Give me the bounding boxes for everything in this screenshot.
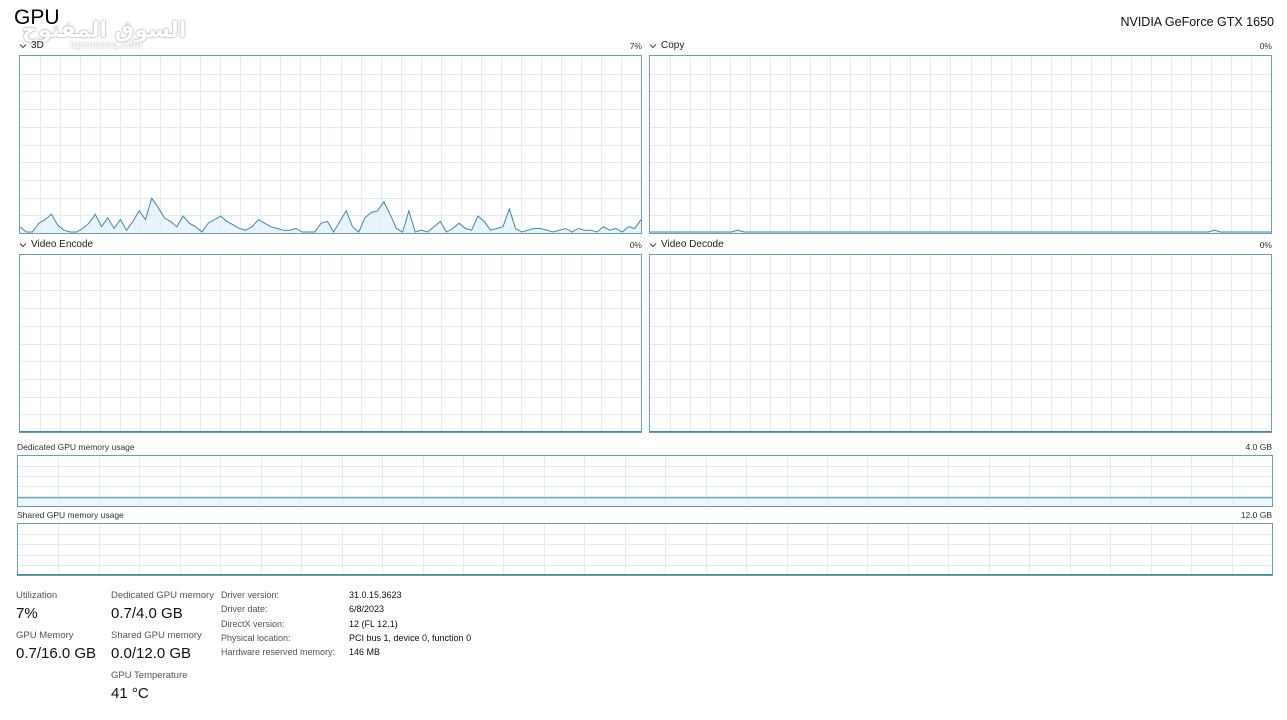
graph-video-decode-plot [650, 255, 1271, 432]
info-directx-version-label: DirectX version: [221, 618, 285, 629]
shared-memory-graph [17, 523, 1273, 576]
gpu-temperature-label: GPU Temperature [111, 670, 188, 681]
info-driver-version-label: Driver version: [221, 590, 280, 600]
chevron-down-icon [649, 43, 657, 48]
graph-copy-label: Copy [661, 40, 685, 51]
graph-video-decode-label: Video Decode [661, 239, 724, 250]
info-row: Physical location: PCI bus 1, device 0, … [221, 633, 471, 647]
dedicated-gpu-memory-label: Dedicated GPU memory [111, 590, 214, 601]
info-driver-date-value: 6/8/2023 [349, 604, 385, 615]
graph-video-encode-plot [20, 255, 641, 432]
chevron-down-icon [649, 242, 657, 247]
utilization-label: Utilization [16, 590, 58, 601]
graph-video-encode-selector[interactable]: Video Encode [18, 239, 93, 250]
opensooq-watermark: السوق المفتوح opensooq.com [22, 18, 186, 51]
shared-memory-label: Shared GPU memory usage [17, 510, 124, 520]
info-row: Hardware reserved memory: 146 MB [221, 647, 471, 661]
dedicated-memory-label: Dedicated GPU memory usage [17, 442, 135, 452]
graph-3d-percent: 7% [629, 41, 642, 51]
graph-copy-selector[interactable]: Copy [648, 40, 684, 51]
gpu-memory-value: 0.7/16.0 GB [16, 645, 97, 662]
info-table: Driver version: 31.0.15.3623 Driver date… [221, 590, 471, 661]
device-name: NVIDIA GeForce GTX 1650 [1120, 15, 1274, 29]
graph-video-encode-label: Video Encode [31, 239, 94, 250]
graph-video-decode [649, 254, 1272, 433]
graph-video-decode-percent: 0% [1259, 240, 1272, 250]
dedicated-memory-graph [17, 455, 1273, 507]
graph-copy-percent: 0% [1259, 41, 1272, 51]
graph-video-decode-selector[interactable]: Video Decode [648, 239, 724, 250]
graph-3d-selector[interactable]: 3D [18, 40, 44, 51]
graph-video-encode [19, 254, 642, 433]
info-row: Driver version: 31.0.15.3623 [221, 590, 471, 604]
graph-3d-label: 3D [31, 40, 44, 51]
chevron-down-icon [19, 242, 27, 247]
dedicated-gpu-memory-value: 0.7/4.0 GB [111, 605, 183, 622]
info-row: DirectX version: 12 (FL 12.1) [221, 619, 471, 633]
gpu-memory-label: GPU Memory [16, 630, 74, 641]
info-hardware-reserved-label: Hardware reserved memory: [221, 647, 336, 658]
shared-gpu-memory-label: Shared GPU memory [111, 630, 202, 641]
dedicated-memory-plot [18, 456, 1272, 506]
graph-video-encode-percent: 0% [629, 240, 642, 250]
info-driver-version-value: 31.0.15.3623 [349, 590, 402, 600]
info-directx-version-value: 12 (FL 12.1) [349, 618, 398, 629]
info-hardware-reserved-value: 146 MB [349, 647, 381, 658]
info-physical-location-label: Physical location: [221, 632, 291, 643]
graph-3d [19, 55, 642, 234]
graph-3d-plot [20, 56, 641, 233]
series-copy-line [650, 229, 1271, 233]
shared-gpu-memory-value: 0.0/12.0 GB [111, 645, 192, 662]
graph-copy-plot [650, 56, 1271, 233]
chevron-down-icon [19, 43, 27, 48]
info-driver-date-label: Driver date: [221, 604, 268, 615]
gpu-temperature-value: 41 °C [111, 685, 149, 702]
dedicated-memory-series-area [18, 497, 1272, 506]
info-physical-location-value: PCI bus 1, device 0, function 0 [349, 632, 472, 643]
shared-memory-plot [18, 524, 1272, 575]
graph-copy [649, 55, 1272, 234]
shared-memory-max: 12.0 GB [1240, 510, 1272, 520]
dedicated-memory-max: 4.0 GB [1245, 442, 1272, 452]
info-row: Driver date: 6/8/2023 [221, 604, 471, 618]
utilization-value: 7% [16, 605, 38, 622]
